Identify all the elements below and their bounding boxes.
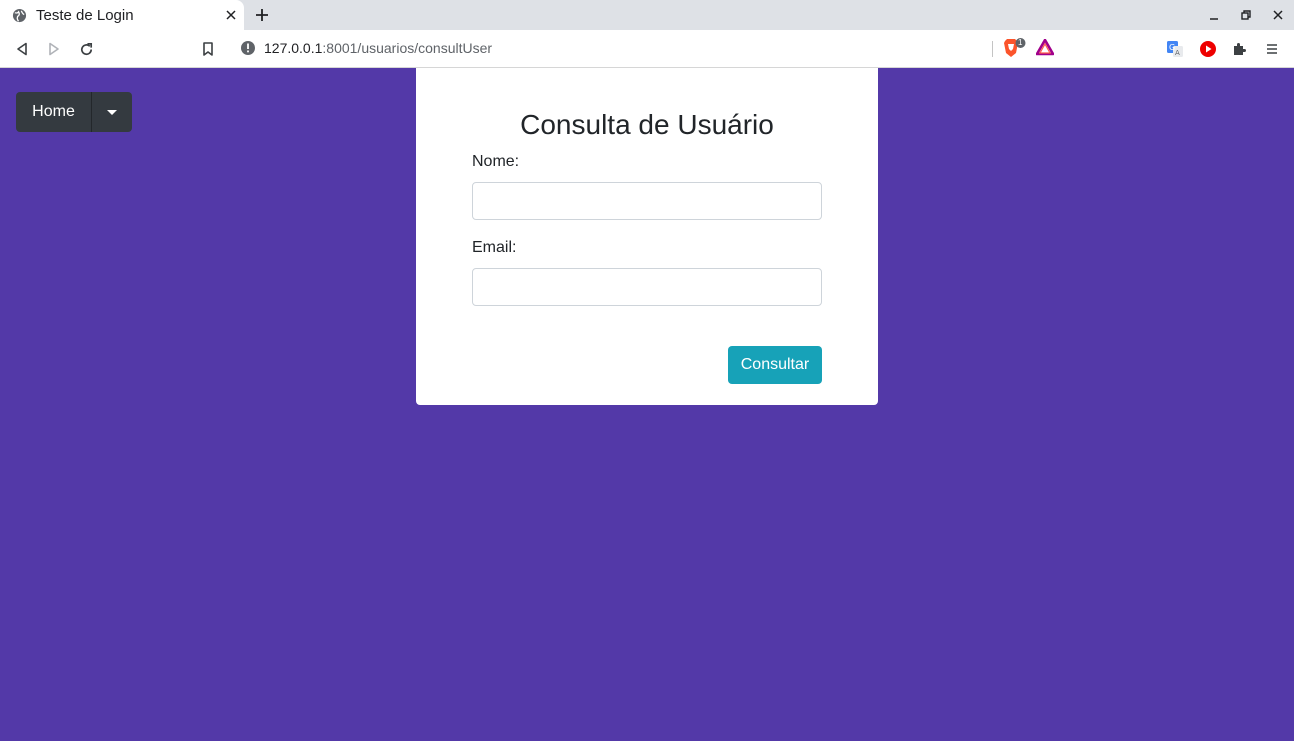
name-input[interactable] bbox=[472, 182, 822, 220]
info-icon[interactable] bbox=[240, 40, 256, 56]
home-dropdown-group: Home bbox=[16, 92, 132, 132]
close-window-icon[interactable] bbox=[1262, 0, 1294, 30]
translate-extension-icon[interactable]: GA bbox=[1164, 38, 1186, 60]
back-arrow-icon[interactable] bbox=[11, 38, 33, 60]
globe-icon bbox=[12, 8, 27, 23]
window-controls bbox=[1198, 0, 1294, 30]
menu-icon[interactable] bbox=[1261, 38, 1283, 60]
dropdown-toggle-button[interactable] bbox=[91, 92, 132, 132]
address-bar[interactable]: 127.0.0.1:8001/usuarios/consultUser 1 bbox=[230, 34, 1064, 62]
name-label: Nome: bbox=[472, 153, 520, 170]
forward-arrow-icon[interactable] bbox=[43, 38, 65, 60]
brave-rewards-icon[interactable] bbox=[1036, 39, 1054, 56]
brave-shields-icon[interactable]: 1 bbox=[1002, 37, 1028, 59]
address-bar-divider bbox=[992, 41, 993, 57]
user-query-card: Consulta de Usuário Nome: Email: Consult… bbox=[416, 68, 878, 405]
extensions-puzzle-icon[interactable] bbox=[1229, 38, 1251, 60]
minimize-icon[interactable] bbox=[1198, 0, 1230, 30]
new-tab-icon[interactable] bbox=[252, 5, 272, 25]
page-title: Consulta de Usuário bbox=[520, 109, 774, 140]
restore-icon[interactable] bbox=[1230, 0, 1262, 30]
home-button[interactable]: Home bbox=[16, 92, 91, 132]
shields-badge-count: 1 bbox=[1018, 38, 1023, 47]
reload-icon[interactable] bbox=[75, 38, 97, 60]
close-tab-icon[interactable] bbox=[224, 8, 238, 22]
svg-text:A: A bbox=[1175, 49, 1180, 57]
bookmark-icon[interactable] bbox=[197, 38, 219, 60]
browser-tab[interactable]: Teste de Login bbox=[0, 0, 244, 30]
browser-toolbar: 127.0.0.1:8001/usuarios/consultUser 1 GA bbox=[0, 30, 1294, 68]
url-text[interactable]: 127.0.0.1:8001/usuarios/consultUser bbox=[264, 40, 492, 56]
email-input[interactable] bbox=[472, 268, 822, 306]
caret-down-icon bbox=[107, 109, 117, 115]
consultar-button[interactable]: Consultar bbox=[728, 346, 822, 384]
email-label: Email: bbox=[472, 239, 517, 256]
tab-title: Teste de Login bbox=[36, 6, 134, 24]
browser-tab-strip: Teste de Login bbox=[0, 0, 1294, 30]
youtube-extension-icon[interactable] bbox=[1197, 38, 1219, 60]
